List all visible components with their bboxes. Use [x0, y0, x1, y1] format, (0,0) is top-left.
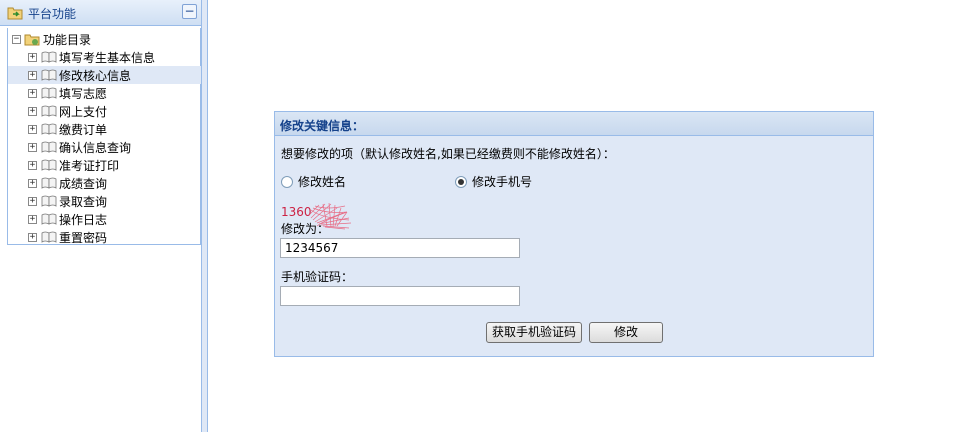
- function-tree: − 功能目录 + 填写考生基本信息 + 修改核心信息 + 填写志愿 + 网上支付 + 缴费订单 + 确…: [7, 28, 201, 245]
- plus-box-icon[interactable]: +: [28, 178, 37, 188]
- modify-to-label: 修改为：: [281, 222, 330, 236]
- question-text: 想要修改的项（默认修改姓名,如果已经缴费则不能修改姓名）：: [281, 147, 615, 161]
- collapse-panel-button[interactable]: −: [182, 4, 197, 19]
- sidebar-splitter[interactable]: [202, 0, 208, 432]
- verify-code-label: 手机验证码：: [281, 270, 354, 284]
- tree-item-label: 网上支付: [59, 104, 108, 119]
- tree-item-label: 准考证打印: [59, 158, 120, 173]
- tree-item-label: 填写志愿: [59, 86, 108, 101]
- book-icon: [41, 159, 57, 171]
- plus-box-icon[interactable]: +: [28, 160, 37, 170]
- book-icon: [41, 195, 57, 207]
- plus-box-icon[interactable]: +: [28, 70, 37, 80]
- plus-box-icon[interactable]: +: [28, 88, 37, 98]
- tree-item[interactable]: + 录取查询: [8, 192, 201, 210]
- tree-item-label: 确认信息查询: [59, 140, 132, 155]
- tree-item-label: 重置密码: [59, 230, 108, 245]
- plus-box-icon[interactable]: +: [28, 196, 37, 206]
- tree-item-label: 缴费订单: [59, 122, 108, 137]
- book-icon: [41, 231, 57, 243]
- option-label: 修改姓名: [298, 175, 347, 189]
- sidebar-header: 平台功能 −: [0, 0, 201, 26]
- modify-key-info-panel: 修改关键信息： 想要修改的项（默认修改姓名,如果已经缴费则不能修改姓名）： 修改…: [274, 111, 874, 357]
- tree-item[interactable]: + 准考证打印: [8, 156, 201, 174]
- verify-code-input[interactable]: [280, 286, 520, 306]
- tree-root[interactable]: − 功能目录: [12, 30, 91, 48]
- tree-item[interactable]: + 成绩查询: [8, 174, 201, 192]
- tree-item[interactable]: + 填写考生基本信息: [8, 48, 201, 66]
- book-icon: [41, 69, 57, 81]
- plus-box-icon[interactable]: +: [28, 214, 37, 224]
- book-icon: [41, 51, 57, 63]
- submit-modify-button[interactable]: 修改: [589, 322, 663, 343]
- option-modify-phone[interactable]: 修改手机号: [455, 173, 532, 190]
- tree-item-label: 操作日志: [59, 212, 108, 227]
- folder-arrow-icon: [7, 7, 23, 20]
- get-verify-code-button[interactable]: 获取手机验证码: [486, 322, 582, 343]
- folder-icon: [24, 34, 40, 45]
- plus-box-icon[interactable]: +: [28, 124, 37, 134]
- book-icon: [41, 177, 57, 189]
- book-icon: [41, 123, 57, 135]
- modify-to-input[interactable]: [280, 238, 520, 258]
- plus-box-icon[interactable]: +: [28, 142, 37, 152]
- tree-item[interactable]: + 操作日志: [8, 210, 201, 228]
- tree-item[interactable]: + 确认信息查询: [8, 138, 201, 156]
- panel-title: 修改关键信息：: [275, 112, 873, 136]
- radio-modify-name[interactable]: [281, 175, 293, 188]
- book-icon: [41, 141, 57, 153]
- option-modify-name[interactable]: 修改姓名: [281, 173, 346, 190]
- plus-box-icon[interactable]: +: [28, 106, 37, 116]
- sidebar: 平台功能 − − 功能目录 + 填写考生基本信息 + 修改核心信息 + 填写志愿 + 网上支付…: [0, 0, 202, 432]
- plus-box-icon[interactable]: +: [28, 52, 37, 62]
- tree-item[interactable]: + 网上支付: [8, 102, 201, 120]
- book-icon: [41, 87, 57, 99]
- tree-item-label: 录取查询: [59, 194, 108, 209]
- tree-item[interactable]: + 缴费订单: [8, 120, 201, 138]
- tree-item-label: 成绩查询: [59, 176, 108, 191]
- radio-modify-phone[interactable]: [455, 175, 467, 188]
- plus-box-icon[interactable]: +: [28, 232, 37, 242]
- tree-item[interactable]: + 修改核心信息: [8, 66, 201, 84]
- tree-item-label: 填写考生基本信息: [59, 50, 156, 65]
- sidebar-title: 平台功能: [28, 7, 77, 21]
- book-icon: [41, 105, 57, 117]
- book-icon: [41, 213, 57, 225]
- minus-box-icon[interactable]: −: [12, 34, 21, 44]
- tree-root-label: 功能目录: [43, 32, 92, 47]
- option-label: 修改手机号: [472, 175, 533, 189]
- tree-item-label: 修改核心信息: [59, 68, 132, 83]
- tree-item[interactable]: + 重置密码: [8, 228, 201, 246]
- tree-item[interactable]: + 填写志愿: [8, 84, 201, 102]
